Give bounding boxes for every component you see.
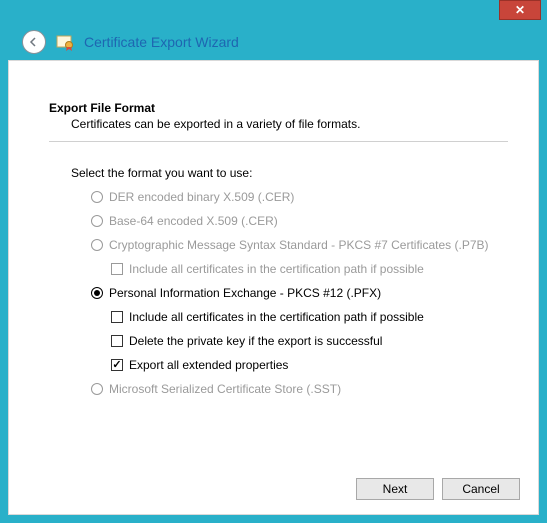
checkbox-icon: [111, 311, 123, 323]
format-options: DER encoded binary X.509 (.CER) Base-64 …: [91, 190, 508, 396]
option-label: Include all certificates in the certific…: [129, 310, 424, 324]
divider: [49, 141, 508, 142]
cancel-button[interactable]: Cancel: [442, 478, 520, 500]
section-description: Certificates can be exported in a variet…: [71, 117, 508, 131]
content-area: Export File Format Certificates can be e…: [9, 61, 538, 396]
option-label: DER encoded binary X.509 (.CER): [109, 190, 294, 204]
option-p7b-include: Include all certificates in the certific…: [111, 262, 508, 276]
option-pfx-extended[interactable]: Export all extended properties: [111, 358, 508, 372]
wizard-header: Certificate Export Wizard: [22, 30, 239, 54]
option-label: Base-64 encoded X.509 (.CER): [109, 214, 278, 228]
next-button[interactable]: Next: [356, 478, 434, 500]
option-pfx-delete[interactable]: Delete the private key if the export is …: [111, 334, 508, 348]
option-label: Include all certificates in the certific…: [129, 262, 424, 276]
radio-icon: [91, 215, 103, 227]
option-label: Microsoft Serialized Certificate Store (…: [109, 382, 341, 396]
option-label: Personal Information Exchange - PKCS #12…: [109, 286, 381, 300]
checkbox-icon: [111, 335, 123, 347]
close-icon: ✕: [515, 3, 525, 17]
checkbox-checked-icon: [111, 359, 123, 371]
option-base64: Base-64 encoded X.509 (.CER): [91, 214, 508, 228]
option-pfx-include[interactable]: Include all certificates in the certific…: [111, 310, 508, 324]
radio-icon: [91, 191, 103, 203]
wizard-panel: Export File Format Certificates can be e…: [8, 60, 539, 515]
section-title: Export File Format: [49, 101, 508, 115]
option-label: Delete the private key if the export is …: [129, 334, 382, 348]
radio-icon: [91, 239, 103, 251]
wizard-footer: Next Cancel: [356, 478, 520, 500]
close-button[interactable]: ✕: [499, 0, 541, 20]
format-prompt: Select the format you want to use:: [71, 166, 508, 180]
wizard-window: ✕ Certificate Export Wizard Export File …: [0, 0, 547, 523]
option-sst: Microsoft Serialized Certificate Store (…: [91, 382, 508, 396]
option-der: DER encoded binary X.509 (.CER): [91, 190, 508, 204]
option-p7b: Cryptographic Message Syntax Standard - …: [91, 238, 508, 252]
checkbox-icon: [111, 263, 123, 275]
option-label: Export all extended properties: [129, 358, 288, 372]
option-label: Cryptographic Message Syntax Standard - …: [109, 238, 489, 252]
option-pfx[interactable]: Personal Information Exchange - PKCS #12…: [91, 286, 508, 300]
arrow-left-icon: [28, 36, 40, 48]
certificate-icon: [56, 33, 74, 51]
back-button[interactable]: [22, 30, 46, 54]
radio-selected-icon: [91, 287, 103, 299]
radio-icon: [91, 383, 103, 395]
wizard-title: Certificate Export Wizard: [84, 34, 239, 50]
